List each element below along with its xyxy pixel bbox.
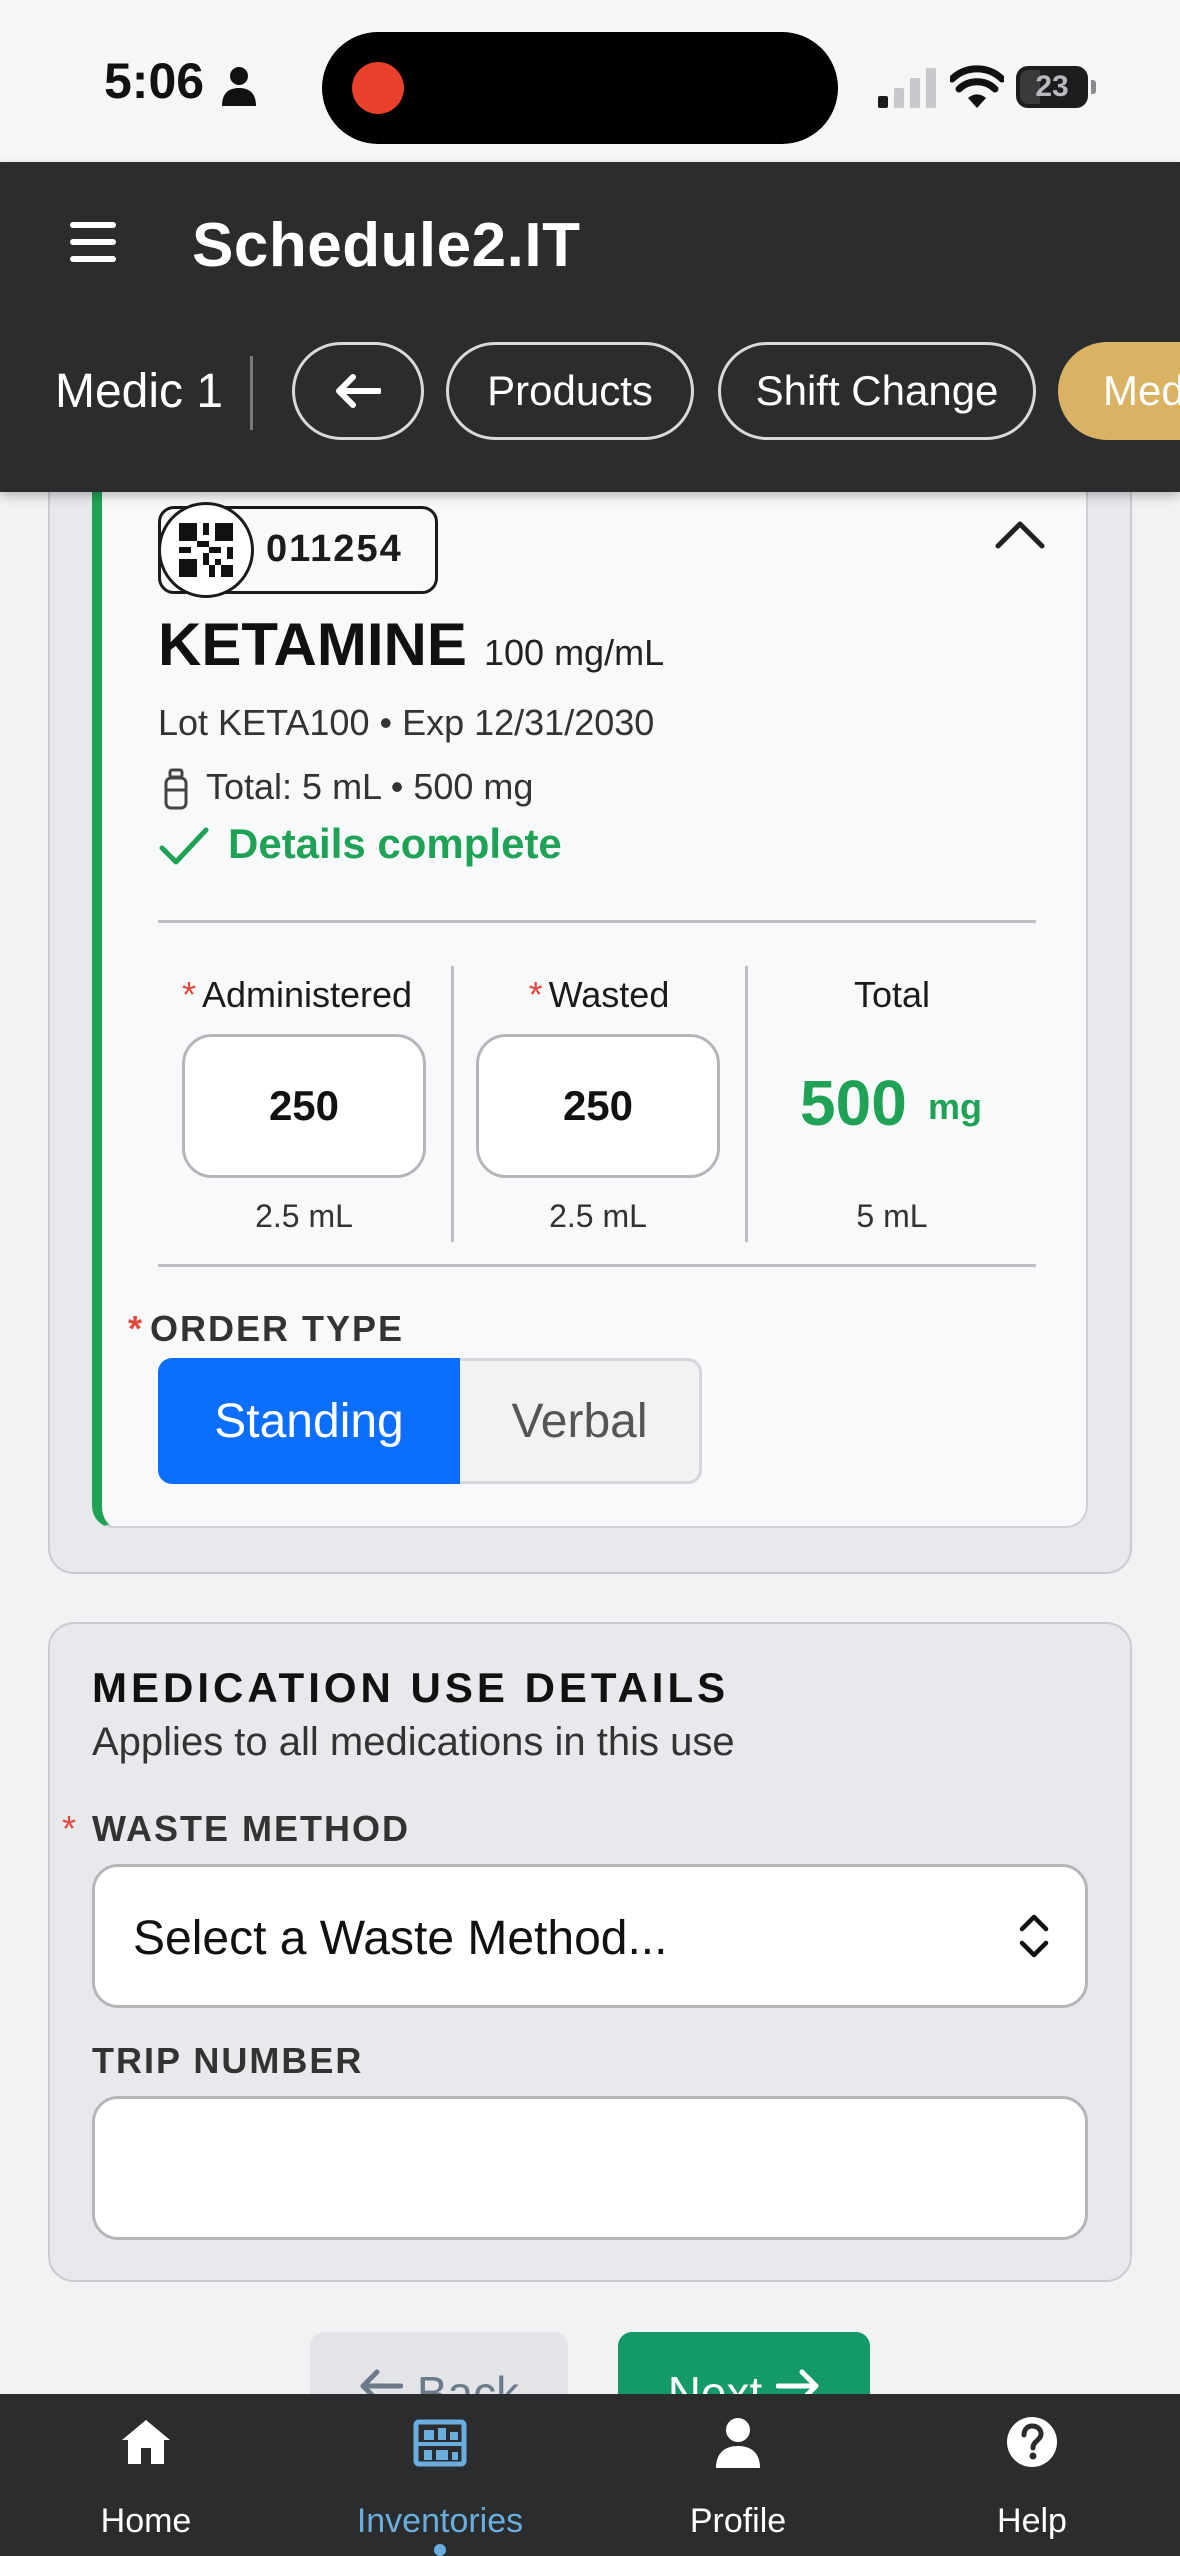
nav-label: Profile xyxy=(689,2502,787,2540)
required-marker: * xyxy=(128,1308,145,1349)
total-unit: mg xyxy=(928,1086,982,1127)
signal-icon xyxy=(878,68,936,108)
required-marker: * xyxy=(528,974,543,1015)
app-title: Schedule2.IT xyxy=(192,211,581,280)
status-complete: Details complete xyxy=(228,820,562,867)
wasted-volume: 2.5 mL xyxy=(549,1198,647,1234)
nav-profile[interactable]: Profile xyxy=(638,2394,838,2556)
divider xyxy=(250,356,253,430)
chevron-up-icon[interactable] xyxy=(994,516,1046,550)
required-marker: * xyxy=(62,1808,77,1849)
waste-method-placeholder: Select a Waste Method... xyxy=(133,1912,668,1965)
order-type-verbal[interactable]: Verbal xyxy=(460,1358,702,1484)
battery-level: 23 xyxy=(1035,70,1069,103)
waste-method-label: WASTE METHOD xyxy=(92,1808,410,1849)
status-bar: 5:06 23 xyxy=(0,0,1180,162)
person-icon xyxy=(222,67,256,106)
administered-label: * Administered xyxy=(181,974,413,1015)
menu-icon[interactable] xyxy=(70,222,116,262)
check-icon xyxy=(159,827,209,865)
active-indicator xyxy=(434,2544,446,2556)
section-subtitle: Applies to all medications in this use xyxy=(92,1720,735,1764)
divider xyxy=(158,1264,1036,1267)
administered-volume: 2.5 mL xyxy=(255,1198,353,1234)
arrow-left-icon xyxy=(336,374,381,408)
wifi-icon xyxy=(950,65,1004,108)
administered-input[interactable]: 250 xyxy=(182,1034,426,1178)
med-pill-button[interactable]: Med xyxy=(1058,342,1180,440)
total-label: Total xyxy=(853,974,931,1015)
unit-label: Medic 1 xyxy=(55,365,224,418)
bottom-nav: Home Inventories Profile Help xyxy=(0,2394,1180,2556)
trip-number-label: TRIP NUMBER xyxy=(92,2040,364,2081)
waste-method-select[interactable]: Select a Waste Method... xyxy=(92,1864,1088,2008)
barcode-icon[interactable] xyxy=(158,502,254,598)
battery-icon: 23 xyxy=(1016,66,1096,108)
divider xyxy=(158,920,1036,923)
chevron-updown-icon xyxy=(1019,1914,1049,1958)
drug-concentration: 100 mg/mL xyxy=(484,632,665,673)
nav-label: Inventories xyxy=(356,2502,524,2540)
lot-expiry: Lot KETA100 • Exp 12/31/2030 xyxy=(158,702,655,743)
back-pill-button[interactable] xyxy=(292,342,424,440)
inventory-icon xyxy=(413,2419,467,2467)
section-title: MEDICATION USE DETAILS xyxy=(92,1664,730,1711)
dynamic-island xyxy=(322,32,838,144)
total-amount: Total: 5 mL • 500 mg xyxy=(206,766,534,807)
product-code: 011254 xyxy=(266,528,403,570)
nav-inventories[interactable]: Inventories xyxy=(340,2394,540,2556)
divider xyxy=(745,966,748,1242)
total-value: 500 xyxy=(800,1067,907,1139)
required-marker: * xyxy=(181,974,196,1015)
profile-icon xyxy=(716,2418,760,2468)
help-icon xyxy=(1007,2417,1057,2467)
nav-label: Help xyxy=(997,2502,1067,2540)
wasted-label: * Wasted xyxy=(528,974,670,1015)
home-icon xyxy=(122,2420,170,2464)
shift-change-pill-button[interactable]: Shift Change xyxy=(718,342,1036,440)
drug-name: KETAMINE xyxy=(158,611,467,678)
vial-icon xyxy=(164,768,188,810)
status-time: 5:06 xyxy=(104,53,205,109)
nav-help[interactable]: Help xyxy=(932,2394,1132,2556)
wasted-input[interactable]: 250 xyxy=(476,1034,720,1178)
trip-number-input[interactable] xyxy=(92,2096,1088,2240)
total-volume: 5 mL xyxy=(856,1198,928,1234)
recording-indicator xyxy=(352,62,404,114)
divider xyxy=(451,966,454,1242)
order-type-label: * ORDER TYPE xyxy=(128,1308,405,1349)
app-header: Schedule2.IT Medic 1 Products Shift Chan… xyxy=(0,162,1180,492)
nav-label: Home xyxy=(100,2502,192,2540)
order-type-standing[interactable]: Standing xyxy=(158,1358,460,1484)
nav-home[interactable]: Home xyxy=(46,2394,246,2556)
products-pill-button[interactable]: Products xyxy=(446,342,694,440)
